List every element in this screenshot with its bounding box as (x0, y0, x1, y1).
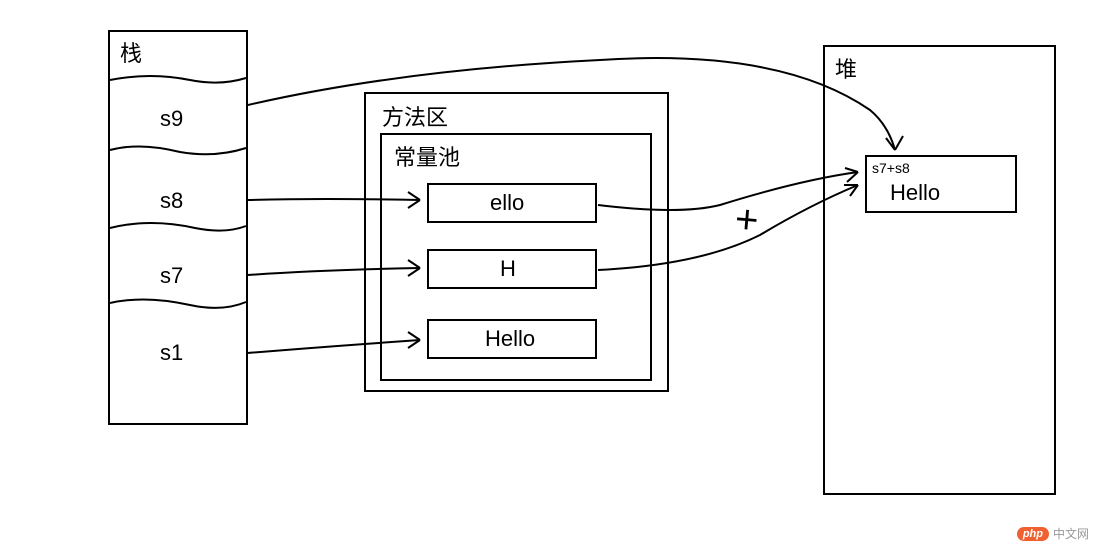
constant-pool-title: 常量池 (394, 140, 460, 172)
constant-ello-label: ello (490, 190, 524, 216)
heap-container (823, 45, 1056, 495)
heap-object-label: s7+s8 (872, 160, 910, 176)
constant-hello-label: Hello (485, 326, 535, 352)
method-area-title: 方法区 (382, 100, 448, 132)
watermark-text: 中文网 (1053, 525, 1089, 542)
plus-operator: + (733, 197, 760, 244)
stack-title: 栈 (120, 36, 142, 68)
watermark: php 中文网 (1017, 525, 1089, 542)
stack-item-s1: s1 (160, 340, 183, 366)
heap-object-value: Hello (890, 180, 940, 206)
stack-item-s7: s7 (160, 263, 183, 289)
stack-item-s8: s8 (160, 188, 183, 214)
heap-title: 堆 (835, 52, 857, 84)
stack-item-s9: s9 (160, 106, 183, 132)
watermark-badge: php (1017, 527, 1049, 541)
constant-h-label: H (500, 256, 516, 282)
